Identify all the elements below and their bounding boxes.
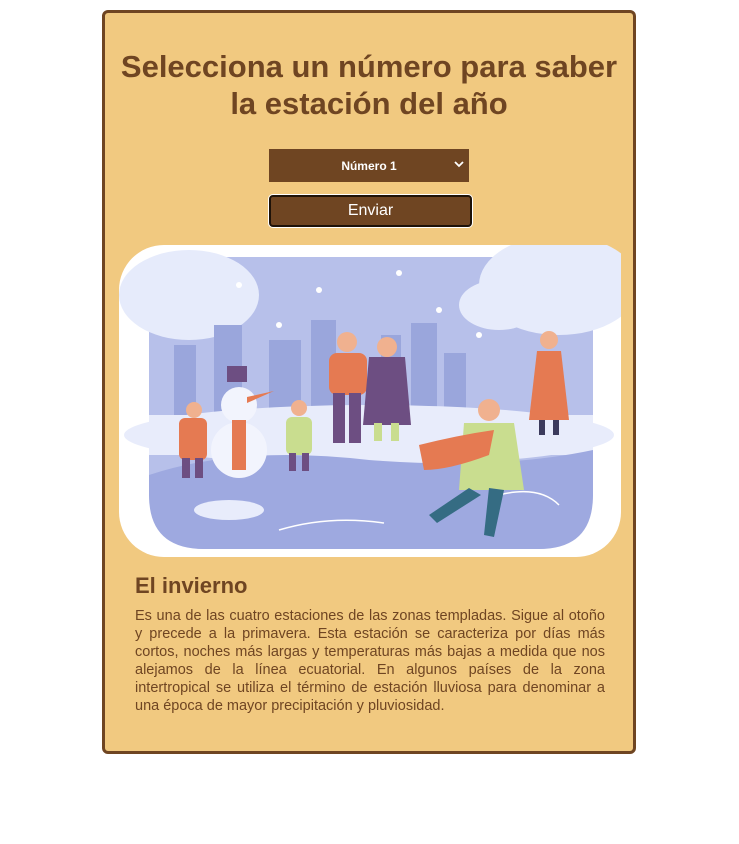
page-title: Selecciona un número para saber la estac… xyxy=(120,49,618,121)
season-card: Selecciona un número para saber la estac… xyxy=(102,10,636,754)
season-description: Es una de las cuatro estaciones de las z… xyxy=(135,608,605,714)
winter-skating-illustration xyxy=(119,245,621,557)
number-select-value: Número 1 xyxy=(341,158,397,173)
submit-button[interactable]: Enviar xyxy=(269,195,472,227)
number-select[interactable]: Número 1 xyxy=(269,149,469,182)
season-title: El invierno xyxy=(135,573,248,598)
chevron-down-icon xyxy=(454,161,464,168)
